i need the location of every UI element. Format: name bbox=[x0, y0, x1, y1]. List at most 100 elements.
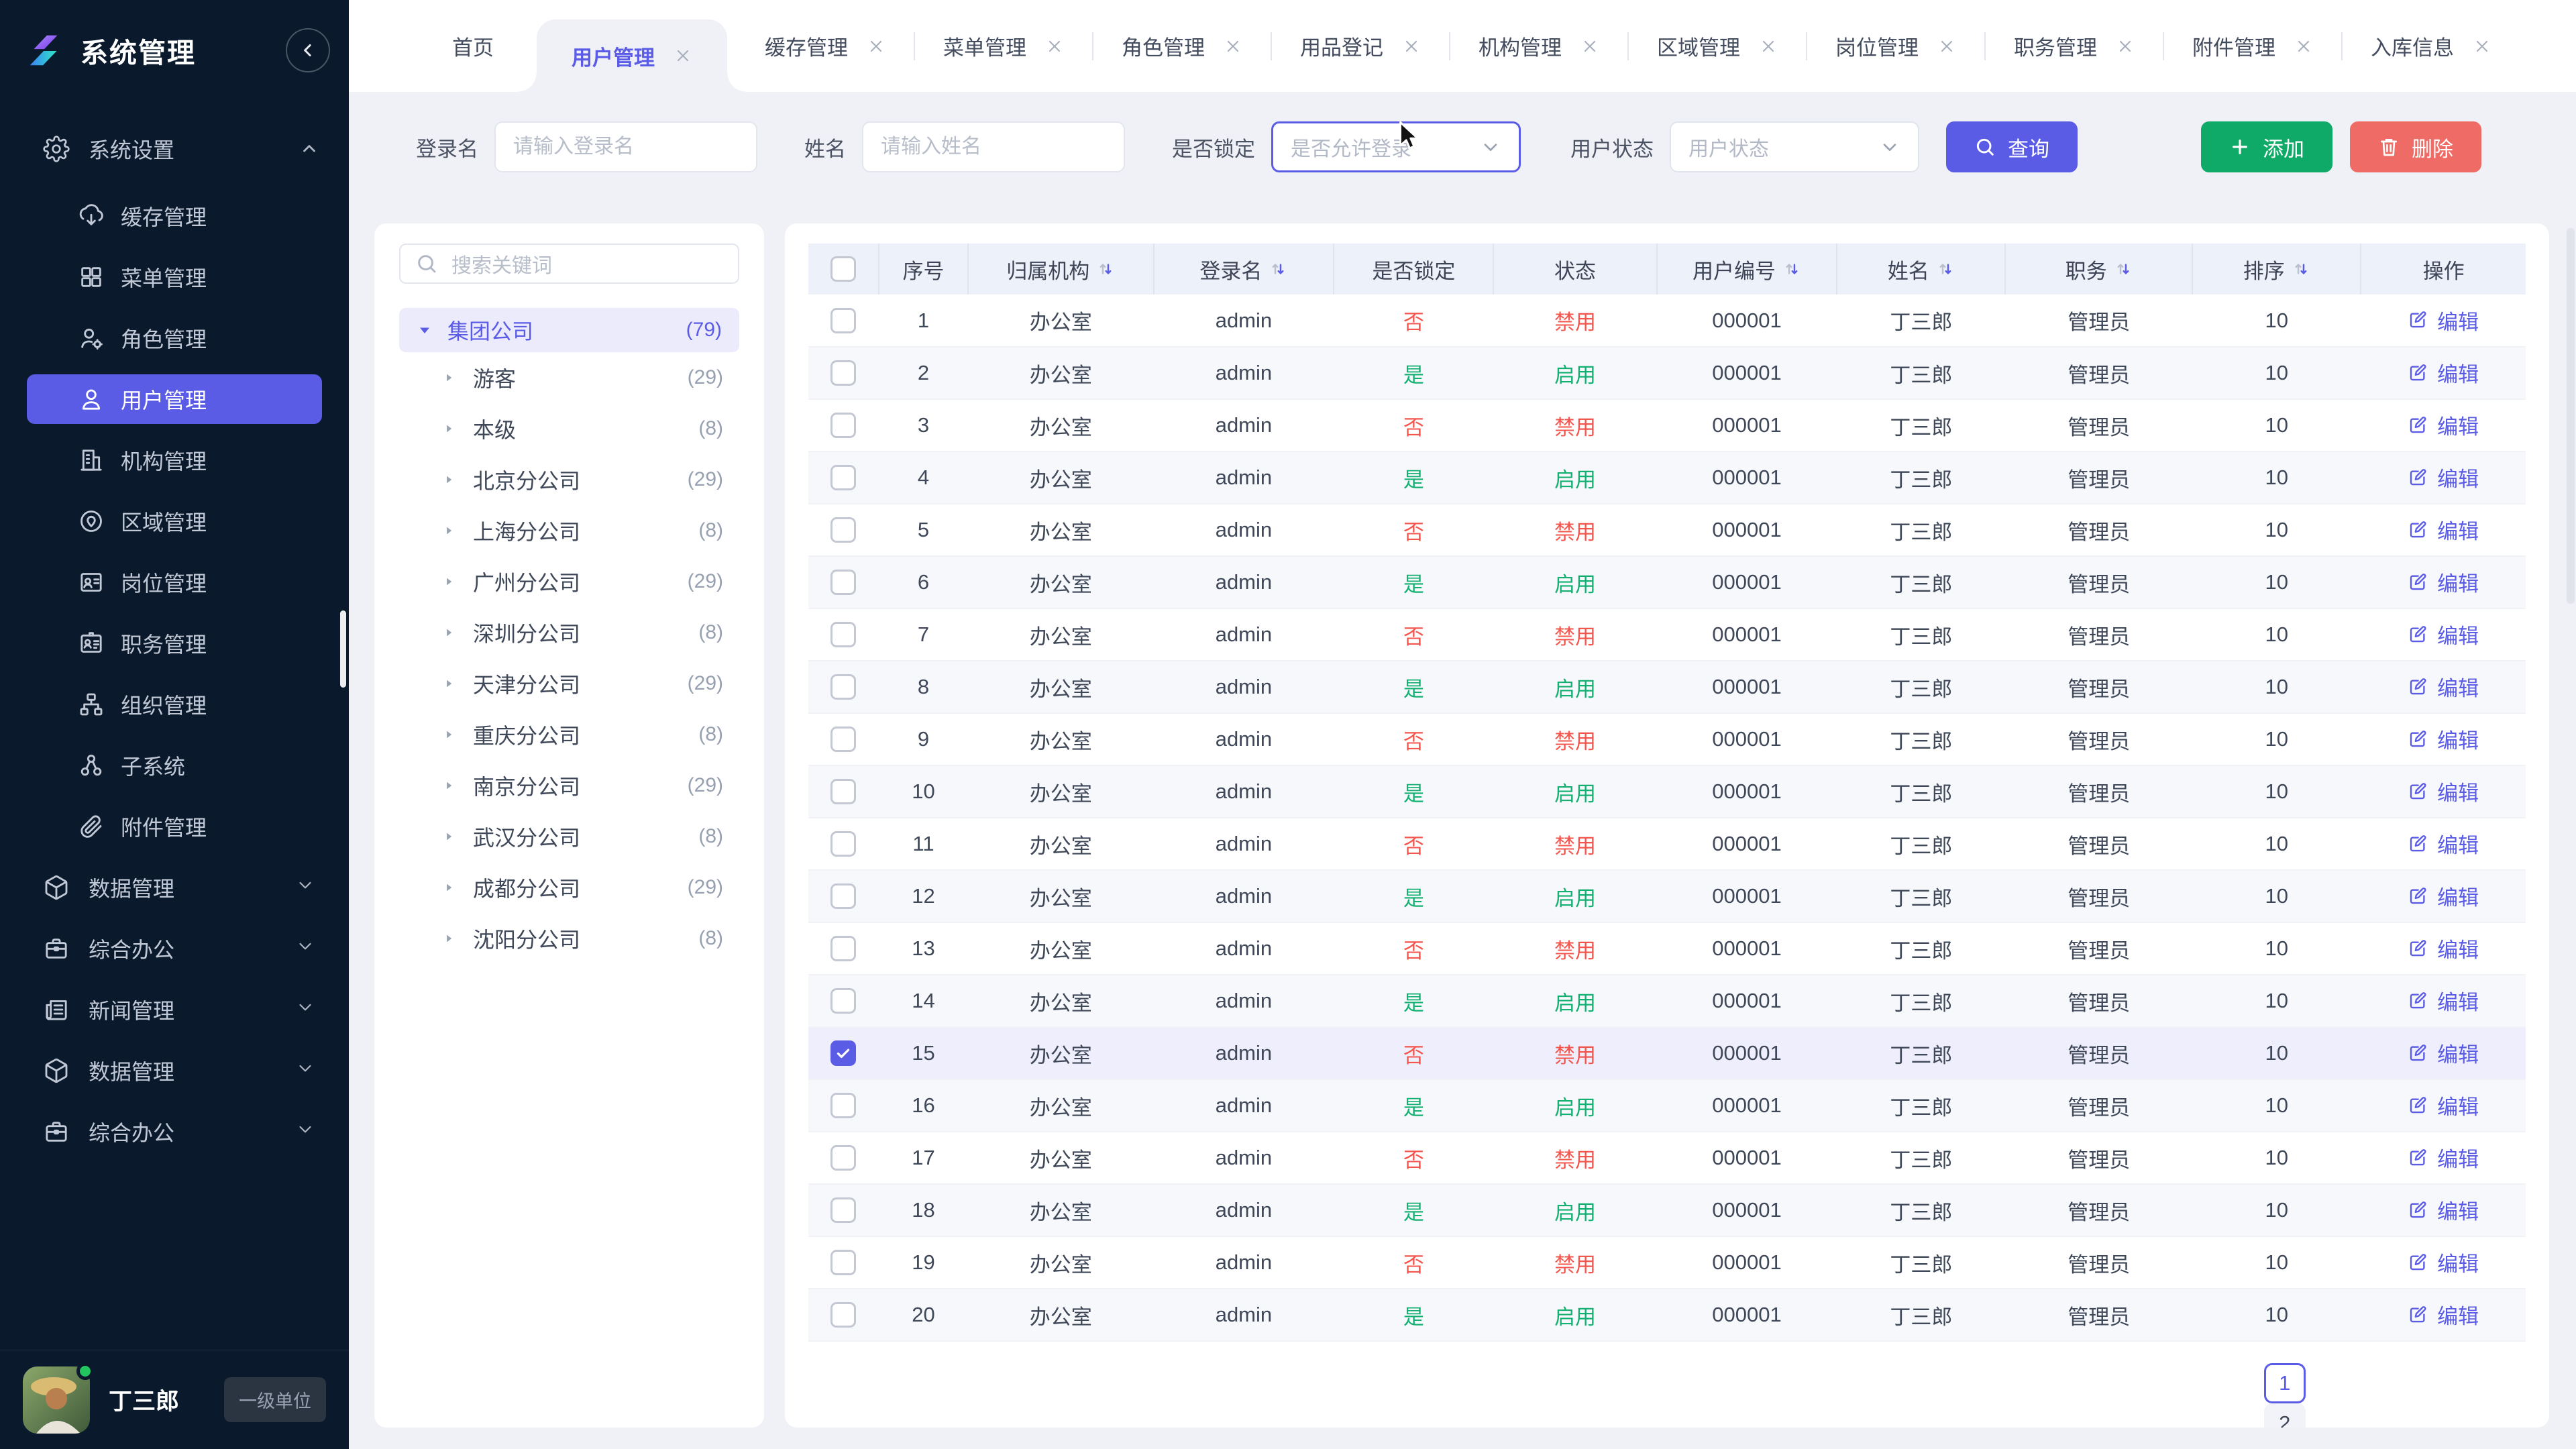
row-checkbox[interactable] bbox=[830, 1302, 856, 1328]
row-checkbox[interactable] bbox=[830, 570, 856, 595]
caret-right-icon[interactable] bbox=[442, 575, 455, 588]
sidebar-group-system-settings[interactable]: 系统设置 bbox=[0, 118, 349, 180]
tab-职务管理[interactable]: 职务管理 bbox=[1986, 0, 2163, 92]
sort-icon[interactable] bbox=[1782, 260, 1801, 278]
edit-button[interactable]: 编辑 bbox=[2408, 776, 2479, 806]
select-all-checkbox[interactable] bbox=[830, 256, 856, 282]
row-checkbox[interactable] bbox=[830, 1197, 856, 1223]
edit-button[interactable]: 编辑 bbox=[2408, 724, 2479, 754]
lock-select[interactable]: 是否允许登录 bbox=[1271, 121, 1521, 172]
edit-button[interactable]: 编辑 bbox=[2408, 305, 2479, 335]
tree-node-北京分公司[interactable]: 北京分公司(29) bbox=[399, 454, 739, 505]
sort-icon[interactable] bbox=[1096, 260, 1115, 278]
caret-right-icon[interactable] bbox=[442, 881, 455, 894]
caret-right-icon[interactable] bbox=[442, 626, 455, 639]
row-checkbox[interactable] bbox=[830, 674, 856, 700]
sort-icon[interactable] bbox=[1269, 260, 1287, 278]
edit-button[interactable]: 编辑 bbox=[2408, 985, 2479, 1016]
close-icon[interactable] bbox=[2116, 37, 2135, 56]
sidebar-group-数据管理-0[interactable]: 数据管理 bbox=[27, 863, 322, 912]
sort-icon[interactable] bbox=[1936, 260, 1955, 278]
close-icon[interactable] bbox=[2473, 37, 2491, 56]
edit-button[interactable]: 编辑 bbox=[2408, 410, 2479, 440]
row-checkbox[interactable] bbox=[830, 1145, 856, 1171]
sidebar-item-区域管理[interactable]: 区域管理 bbox=[27, 496, 322, 546]
edit-button[interactable]: 编辑 bbox=[2408, 619, 2479, 649]
search-button[interactable]: 查询 bbox=[1946, 121, 2078, 172]
caret-right-icon[interactable] bbox=[442, 371, 455, 384]
tab-附件管理[interactable]: 附件管理 bbox=[2164, 0, 2341, 92]
sidebar-item-组织管理[interactable]: 组织管理 bbox=[27, 680, 322, 729]
caret-right-icon[interactable] bbox=[442, 473, 455, 486]
row-checkbox[interactable] bbox=[830, 727, 856, 752]
tab-首页[interactable]: 首页 bbox=[424, 0, 522, 92]
sidebar-scrollbar-thumb[interactable] bbox=[340, 610, 346, 688]
tab-岗位管理[interactable]: 岗位管理 bbox=[1807, 0, 1984, 92]
page-button-1[interactable]: 1 bbox=[2264, 1363, 2306, 1403]
sidebar-item-附件管理[interactable]: 附件管理 bbox=[27, 802, 322, 851]
edit-button[interactable]: 编辑 bbox=[2408, 1142, 2479, 1173]
name-input[interactable] bbox=[862, 121, 1125, 172]
row-checkbox[interactable] bbox=[830, 1250, 856, 1275]
sort-icon[interactable] bbox=[2114, 260, 2133, 278]
sidebar-group-综合办公-4[interactable]: 综合办公 bbox=[27, 1107, 322, 1157]
edit-button[interactable]: 编辑 bbox=[2408, 881, 2479, 911]
close-icon[interactable] bbox=[1759, 37, 1778, 56]
close-icon[interactable] bbox=[2294, 37, 2313, 56]
tree-node-广州分公司[interactable]: 广州分公司(29) bbox=[399, 556, 739, 607]
delete-button[interactable]: 删除 bbox=[2350, 121, 2481, 172]
row-checkbox[interactable] bbox=[830, 465, 856, 490]
login-input[interactable] bbox=[494, 121, 757, 172]
tree-node-沈阳分公司[interactable]: 沈阳分公司(8) bbox=[399, 913, 739, 964]
row-checkbox[interactable] bbox=[830, 360, 856, 386]
row-checkbox[interactable] bbox=[830, 936, 856, 961]
row-checkbox[interactable] bbox=[830, 413, 856, 438]
caret-right-icon[interactable] bbox=[442, 422, 455, 435]
edit-button[interactable]: 编辑 bbox=[2408, 358, 2479, 388]
unit-badge[interactable]: 一级单位 bbox=[224, 1377, 326, 1422]
caret-right-icon[interactable] bbox=[442, 728, 455, 741]
tab-菜单管理[interactable]: 菜单管理 bbox=[915, 0, 1092, 92]
sidebar-item-子系统[interactable]: 子系统 bbox=[27, 741, 322, 790]
sidebar-item-岗位管理[interactable]: 岗位管理 bbox=[27, 557, 322, 607]
row-checkbox[interactable] bbox=[830, 779, 856, 804]
row-checkbox[interactable] bbox=[830, 622, 856, 647]
tree-node-重庆分公司[interactable]: 重庆分公司(8) bbox=[399, 709, 739, 760]
edit-button[interactable]: 编辑 bbox=[2408, 933, 2479, 963]
tab-入库信息[interactable]: 入库信息 bbox=[2343, 0, 2520, 92]
row-checkbox[interactable] bbox=[830, 308, 856, 333]
tab-角色管理[interactable]: 角色管理 bbox=[1093, 0, 1271, 92]
status-select[interactable]: 用户状态 bbox=[1670, 121, 1919, 172]
sidebar-item-用户管理[interactable]: 用户管理 bbox=[27, 374, 322, 424]
row-checkbox[interactable] bbox=[830, 517, 856, 543]
row-checkbox[interactable] bbox=[830, 831, 856, 857]
sidebar-collapse-button[interactable] bbox=[286, 28, 330, 72]
sidebar-item-菜单管理[interactable]: 菜单管理 bbox=[27, 252, 322, 302]
edit-button[interactable]: 编辑 bbox=[2408, 672, 2479, 702]
edit-button[interactable]: 编辑 bbox=[2408, 1090, 2479, 1120]
sidebar-item-角色管理[interactable]: 角色管理 bbox=[27, 313, 322, 363]
sidebar-group-数据管理-3[interactable]: 数据管理 bbox=[27, 1046, 322, 1095]
tree-node-武汉分公司[interactable]: 武汉分公司(8) bbox=[399, 811, 739, 862]
edit-button[interactable]: 编辑 bbox=[2408, 567, 2479, 597]
caret-right-icon[interactable] bbox=[442, 677, 455, 690]
row-checkbox[interactable] bbox=[830, 988, 856, 1014]
sidebar-item-缓存管理[interactable]: 缓存管理 bbox=[27, 191, 322, 241]
close-icon[interactable] bbox=[867, 37, 885, 56]
tree-search-input[interactable]: 搜索关键词 bbox=[399, 244, 739, 284]
edit-button[interactable]: 编辑 bbox=[2408, 1247, 2479, 1277]
tab-用品登记[interactable]: 用品登记 bbox=[1272, 0, 1449, 92]
page-button-2[interactable]: 2 bbox=[2264, 1403, 2306, 1428]
close-icon[interactable] bbox=[1937, 37, 1956, 56]
caret-right-icon[interactable] bbox=[442, 779, 455, 792]
page-scrollbar[interactable] bbox=[2567, 228, 2575, 604]
row-checkbox[interactable] bbox=[830, 1093, 856, 1118]
row-checkbox[interactable] bbox=[830, 883, 856, 909]
tree-node-本级[interactable]: 本级(8) bbox=[399, 403, 739, 454]
tab-机构管理[interactable]: 机构管理 bbox=[1450, 0, 1627, 92]
close-icon[interactable] bbox=[1402, 37, 1421, 56]
sidebar-group-综合办公-1[interactable]: 综合办公 bbox=[27, 924, 322, 973]
close-icon[interactable] bbox=[1224, 37, 1242, 56]
close-icon[interactable] bbox=[1045, 37, 1064, 56]
edit-button[interactable]: 编辑 bbox=[2408, 1038, 2479, 1068]
